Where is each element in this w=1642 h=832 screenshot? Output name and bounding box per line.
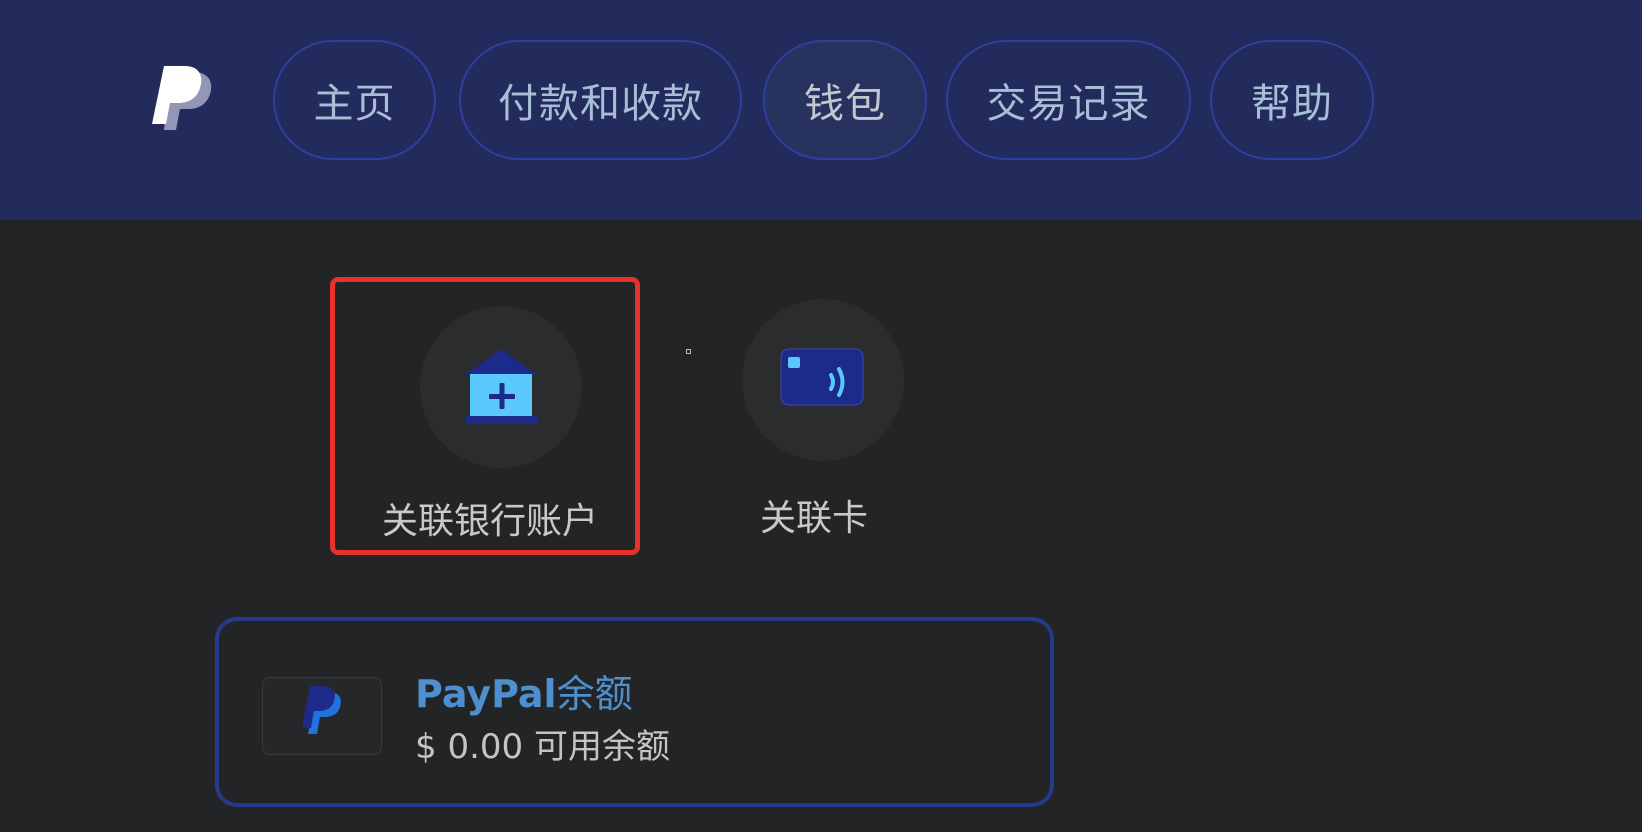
balance-title: PayPal余额 — [415, 663, 633, 718]
nav-tab-send-receive[interactable]: 付款和收款 — [459, 40, 742, 160]
nav-tab-home[interactable]: 主页 — [273, 40, 436, 160]
balance-brand: PayPal — [415, 672, 557, 716]
paypal-icon — [302, 686, 341, 734]
card-contactless-icon — [780, 348, 864, 406]
link-card-button[interactable]: 关联卡 — [659, 277, 969, 555]
balance-title-suffix: 余额 — [556, 672, 633, 716]
link-bank-account-label: 关联银行账户 — [381, 501, 598, 542]
nav-tab-activity[interactable]: 交易记录 — [946, 40, 1191, 160]
nav-tab-help[interactable]: 帮助 — [1210, 40, 1374, 160]
bank-icon-circle — [420, 306, 582, 468]
bank-add-icon — [465, 349, 537, 424]
link-bank-account-button[interactable]: 关联银行账户 — [330, 277, 640, 555]
balance-amount: $ 0.00 可用余额 — [415, 727, 670, 767]
card-icon-circle — [742, 299, 904, 461]
nav-tab-wallet[interactable]: 钱包 — [763, 40, 927, 160]
paypal-balance-card[interactable]: PayPal余额 $ 0.00 可用余额 — [215, 617, 1054, 807]
balance-logo-box — [262, 677, 382, 755]
link-card-label: 关联卡 — [759, 498, 868, 539]
top-navigation-bar: 主页 付款和收款 钱包 交易记录 帮助 — [0, 0, 1642, 220]
paypal-logo-icon[interactable] — [152, 66, 216, 140]
